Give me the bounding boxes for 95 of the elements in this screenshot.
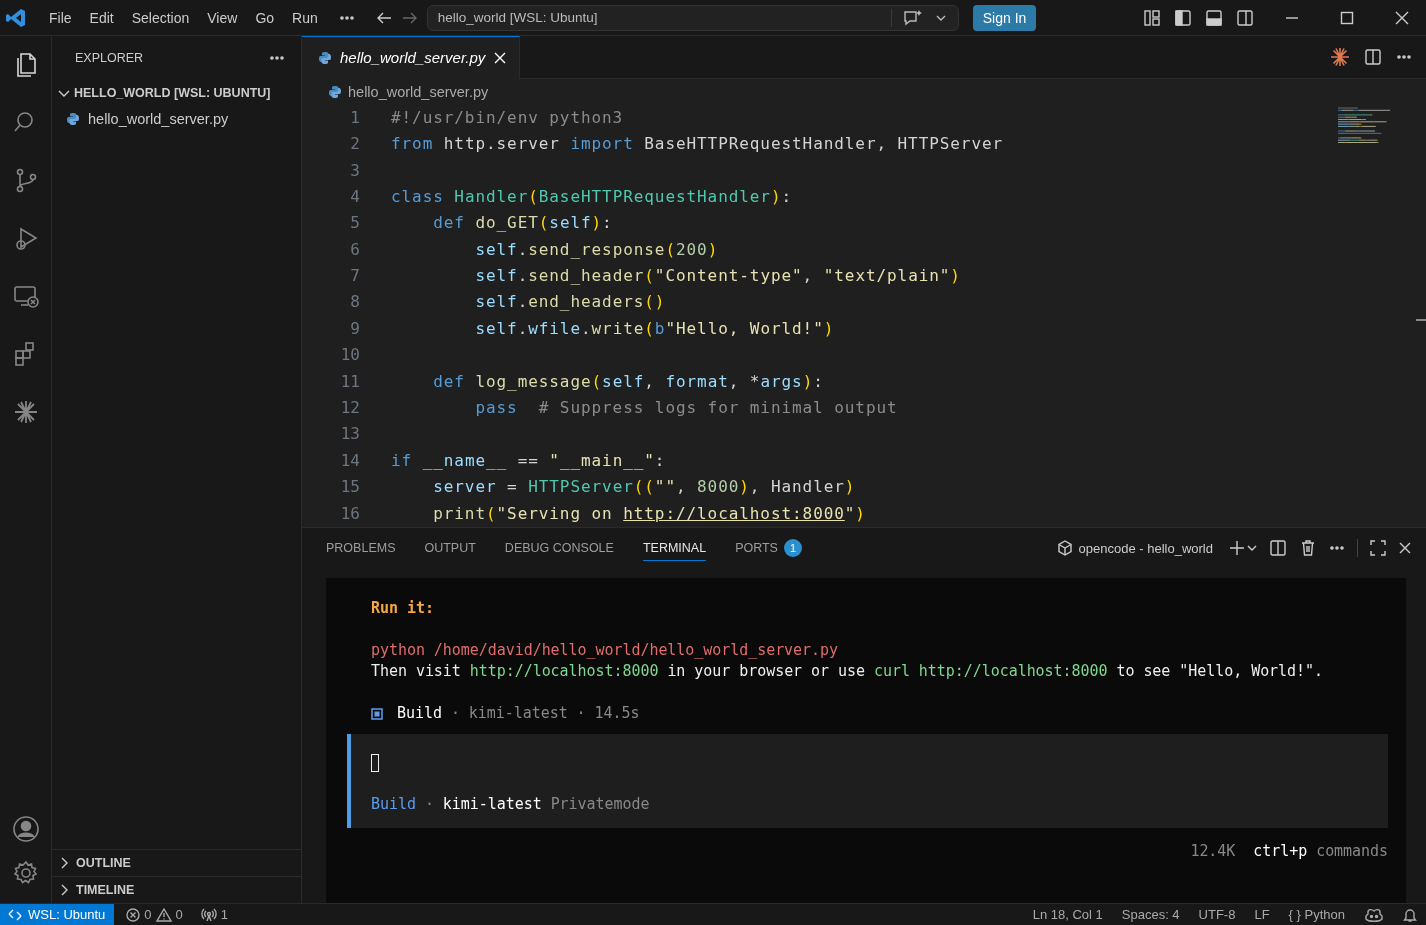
terminal-text: Then visit http://localhost:8000 in your browser or use curl http://localhost:8000 to see "Hello, World!". [371,662,1323,680]
menu-item[interactable]: Run [283,5,327,30]
editor-tab[interactable]: hello_world_server.py [302,36,521,79]
code-line: self.end_headers() [474,292,666,312]
build-status: Build · kimi-latest · 14.5s [397,703,640,724]
toggle-sidebar-icon[interactable] [1174,8,1192,27]
token-count: 12.4K [1190,842,1236,860]
code-line: from http.server import BaseHTTPRequestHandler, HTTPServer [391,134,1004,154]
terminal-cube-icon[interactable] [1056,540,1073,556]
code-line: if __name__ == "__main__": [391,450,666,470]
layout-icon[interactable] [1143,8,1161,27]
chevron-down-icon[interactable] [1247,543,1257,553]
close-icon[interactable] [1394,9,1410,26]
line-number: 11 [339,370,360,393]
text-cursor [371,754,379,772]
line-number: 10 [339,344,360,367]
count-badge: 1 [783,538,802,557]
code-line: print("Serving on http://localhost:8000") [432,503,866,523]
split-terminal-icon[interactable] [1269,539,1287,557]
shortcut-hint: ctrl+p commands [1253,842,1388,860]
remote-indicator[interactable]: WSL: Ubuntu [0,904,115,925]
terminal-heading: Run it: [371,599,434,617]
code-line: server = HTTPServer(("", 8000), Handler) [432,477,856,497]
code-line: pass # Suppress logs for minimal output [474,398,898,418]
menu-item[interactable]: File [40,5,81,30]
warning-icon[interactable] [155,907,172,922]
status-item[interactable]: Ln 18, Col 1 [1032,907,1103,922]
python-file-icon [66,112,80,126]
ports-indicator[interactable]: 1 [200,907,229,922]
code-line: class Handler(BaseHTTPRequestHandler): [391,186,793,206]
line-number: 2 [349,133,360,156]
line-number: 4 [349,185,360,208]
tab-label: hello_world_server.py [340,49,486,67]
code-line: #!/usr/bin/env python3 [391,107,624,127]
line-number: 6 [349,238,360,261]
language-mode[interactable]: { } Python [1288,907,1345,922]
panel-tab[interactable]: PORTS 1 [735,533,802,563]
line-number: 5 [349,212,360,235]
line-number: 3 [349,159,360,182]
sidebar-title: EXPLORER [75,51,144,65]
code-line: def log_message(self, format, *args): [432,371,824,391]
menu-item[interactable]: View [198,5,247,30]
explorer-file[interactable]: hello_world_server.py [52,106,301,132]
line-number: 13 [339,423,360,446]
code-line: def do_GET(self): [432,213,613,233]
toggle-secondary-sidebar-icon[interactable] [1236,8,1254,27]
plus-icon[interactable] [1229,540,1245,556]
code-line: self.send_response(200) [474,239,719,259]
status-item[interactable]: Spaces: 4 [1121,907,1180,922]
status-item[interactable]: UTF-8 [1198,907,1236,922]
python-file-icon [318,50,332,65]
terminal-name[interactable]: opencode - hello_world [1078,540,1213,556]
code-line: self.send_header("Content-type", "text/plain") [474,266,961,286]
close-icon[interactable] [493,50,508,65]
close-icon[interactable] [1398,541,1412,555]
maximize-icon[interactable] [1339,9,1355,26]
stop-square-icon [371,707,383,720]
menu-item[interactable]: Edit [80,5,123,30]
toggle-panel-icon[interactable] [1205,8,1223,27]
trash-icon[interactable] [1299,539,1317,557]
account-icon[interactable] [11,815,40,843]
command-center[interactable]: hello_world [WSL: Ubuntu] [426,4,959,31]
error-icon[interactable] [126,907,141,922]
prompt-input[interactable]: Build · kimi-latest Privatemode [347,734,1388,828]
menu-item[interactable]: Selection [122,5,199,30]
maximize-panel-icon[interactable] [1370,540,1386,556]
panel-tab[interactable]: TERMINAL [642,535,707,561]
sparkle-icon[interactable] [1330,46,1350,67]
split-editor-icon[interactable] [1364,47,1382,66]
remote-icon[interactable] [8,907,22,922]
line-number: 1 [349,106,360,129]
status-item[interactable]: LF [1254,907,1270,922]
menu-item[interactable]: Go [246,5,284,30]
code-line: self.wfile.write(b"Hello, World!") [474,318,835,338]
line-number: 8 [349,291,360,314]
line-number: 14 [339,449,360,472]
sign-in-button[interactable]: Sign In [972,4,1037,31]
broadcast-icon[interactable] [200,907,217,922]
prompt-mode: Build · kimi-latest Privatemode [371,795,650,813]
line-number: 7 [349,265,360,288]
panel-tab[interactable]: DEBUG CONSOLE [504,535,614,561]
problems-indicator[interactable]: 0 0 [126,907,183,922]
line-number: 16 [339,502,360,525]
line-number: 15 [339,476,360,499]
explorer-folder[interactable]: HELLO_WORLD [WSL: UBUNTU] [52,80,301,106]
python-file-icon [328,84,342,99]
terminal-command: python /home/david/hello_world/hello_world_server.py [371,641,838,659]
bell-icon[interactable] [1402,906,1418,923]
panel-tab[interactable]: PROBLEMS [326,535,396,561]
copilot-icon[interactable] [1364,906,1384,923]
breadcrumb[interactable]: hello_world_server.py [302,78,1426,105]
section-header[interactable]: OUTLINE [52,849,301,876]
line-number: 12 [339,397,360,420]
line-number: 9 [349,317,360,340]
panel-tab[interactable]: OUTPUT [424,535,476,561]
